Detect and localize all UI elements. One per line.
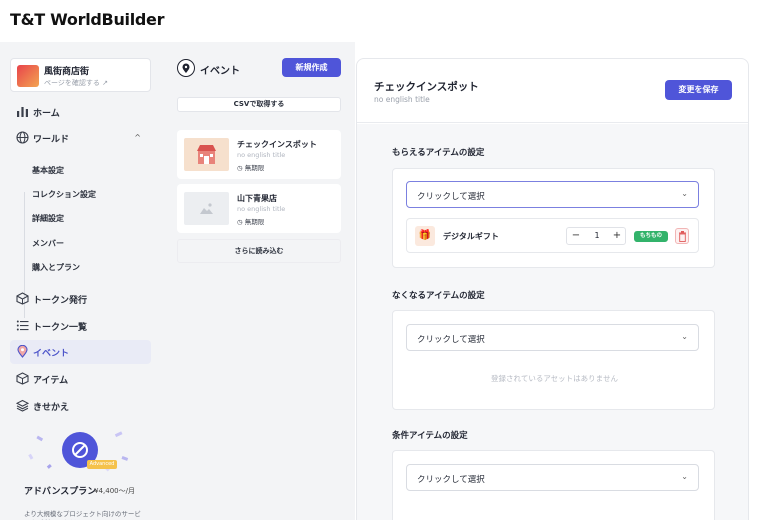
select-placeholder: クリックして選択 xyxy=(417,192,485,202)
condition-items-section: クリックして選択 ⌄ xyxy=(392,450,715,520)
box-icon xyxy=(16,372,29,385)
advanced-plan-promo[interactable]: Advanced アドバンスプラン ¥4,400〜/月 より大規模なプロジェクト… xyxy=(17,427,145,520)
plan-badge: Advanced xyxy=(87,460,117,469)
top-bar: T&T WorldBuilder xyxy=(0,0,760,42)
chevron-down-icon: ⌄ xyxy=(681,332,688,341)
plan-price: ¥4,400〜/月 xyxy=(94,487,135,495)
decrement-button[interactable]: − xyxy=(567,228,585,244)
section-title: 条件アイテムの設定 xyxy=(392,431,468,441)
bar-chart-icon xyxy=(17,107,28,117)
event-list-panel: イベント 新規作成 CSVで取得する チェックインスポット no english… xyxy=(163,42,355,520)
sidebar-subitem-purchase-plan[interactable]: 購入とプラン xyxy=(32,262,80,273)
sidebar-item-world[interactable]: ワールド ^ xyxy=(10,126,151,150)
sidebar-item-label: ワールド xyxy=(33,135,70,145)
empty-state-message: 登録されているアセットはありません xyxy=(491,374,618,383)
event-thumbnail xyxy=(184,138,229,171)
item-type-tag: もちもの xyxy=(634,231,668,242)
lost-items-section: クリックして選択 ⌄ 登録されているアセットはありません xyxy=(392,310,715,410)
condition-item-select[interactable]: クリックして選択 ⌄ xyxy=(406,464,699,491)
lost-item-select[interactable]: クリックして選択 ⌄ xyxy=(406,324,699,351)
globe-icon xyxy=(16,131,29,144)
rocket-icon xyxy=(72,442,88,458)
section-title: なくなるアイテムの設定 xyxy=(392,291,485,301)
quantity-stepper: − 1 + xyxy=(566,227,626,245)
gained-item-select[interactable]: クリックして選択 ⌄ xyxy=(406,181,699,208)
gained-items-section: クリックして選択 ⌄ 🎁 デジタルギフト − 1 + もちもの xyxy=(392,168,715,268)
section-title: もらえるアイテムの設定 xyxy=(392,148,485,158)
event-subtitle: no english title xyxy=(237,205,286,213)
sidebar-item-label: アイテム xyxy=(33,376,69,386)
detail-header: チェックインスポット no english title 変更を保存 xyxy=(357,59,748,123)
select-placeholder: クリックして選択 xyxy=(417,335,485,345)
item-row: 🎁 デジタルギフト − 1 + もちもの xyxy=(406,218,699,253)
new-event-button[interactable]: 新規作成 xyxy=(282,58,341,77)
sidebar-item-item[interactable]: アイテム xyxy=(10,367,151,391)
event-list-title: イベント xyxy=(200,66,240,77)
load-more-button[interactable]: さらに読み込む xyxy=(177,239,341,263)
increment-button[interactable]: + xyxy=(608,228,626,244)
event-card[interactable]: 山下青果店 no english title ◷ 無期限 xyxy=(177,184,341,233)
plan-description: より大規模なプロジェクト向けのサービスをご利用いただけます。 xyxy=(24,510,141,520)
layers-icon xyxy=(16,399,29,412)
chevron-down-icon: ⌄ xyxy=(681,472,688,481)
event-detail-panel: チェックインスポット no english title 変更を保存 もらえるアイ… xyxy=(356,58,749,520)
select-placeholder: クリックして選択 xyxy=(417,475,485,485)
save-changes-button[interactable]: 変更を保存 xyxy=(665,80,732,100)
item-name: デジタルギフト xyxy=(443,232,499,241)
sidebar-subitem-basic-settings[interactable]: 基本設定 xyxy=(32,165,64,176)
gift-icon: 🎁 xyxy=(415,226,435,246)
sidebar-subitem-detail-settings[interactable]: 詳細設定 xyxy=(32,213,64,224)
sidebar-item-event[interactable]: イベント xyxy=(10,340,151,364)
detail-body: もらえるアイテムの設定 クリックして選択 ⌄ 🎁 デジタルギフト − 1 + も… xyxy=(357,124,748,520)
sidebar-item-token-issue[interactable]: トークン発行 xyxy=(10,287,151,311)
view-page-link[interactable]: ページを確認する ↗ xyxy=(44,78,108,88)
event-period: ◷ 無期限 xyxy=(237,218,265,226)
trash-icon xyxy=(679,231,686,242)
list-icon xyxy=(16,320,29,331)
plan-title: アドバンスプラン xyxy=(24,487,97,497)
event-subtitle: no english title xyxy=(237,151,286,159)
sidebar: 風街商店街 ページを確認する ↗ ホーム ワールド ^ 基本設定 コレクション設… xyxy=(0,42,163,520)
csv-export-button[interactable]: CSVで取得する xyxy=(177,97,341,112)
delete-button[interactable] xyxy=(675,228,689,244)
event-thumbnail xyxy=(184,192,229,225)
detail-title: チェックインスポット xyxy=(374,81,479,93)
sidebar-item-label: きせかえ xyxy=(33,403,70,413)
quantity-value[interactable]: 1 xyxy=(587,231,607,240)
sidebar-item-label: トークン一覧 xyxy=(33,323,88,333)
sidebar-subitem-collection-settings[interactable]: コレクション設定 xyxy=(32,189,96,200)
detail-subtitle: no english title xyxy=(374,95,430,104)
chevron-up-icon[interactable]: ^ xyxy=(134,133,141,142)
sidebar-item-label: イベント xyxy=(33,349,70,359)
sidebar-item-label: ホーム xyxy=(33,109,60,119)
sidebar-item-token-list[interactable]: トークン一覧 xyxy=(10,314,151,338)
clock-icon: ◷ xyxy=(237,218,245,226)
event-title: チェックインスポット xyxy=(237,140,317,149)
sidebar-subitem-members[interactable]: メンバー xyxy=(32,238,64,249)
pin-icon xyxy=(17,345,28,358)
app-logo[interactable]: T&T WorldBuilder xyxy=(10,10,165,29)
shop-thumbnail xyxy=(17,65,39,87)
sidebar-item-label: トークン発行 xyxy=(33,296,88,306)
cube-icon xyxy=(16,292,29,305)
event-title: 山下青果店 xyxy=(237,194,277,203)
shop-icon xyxy=(197,145,216,164)
event-card[interactable]: チェックインスポット no english title ◷ 無期限 xyxy=(177,130,341,179)
clock-icon: ◷ xyxy=(237,164,245,172)
location-pin-icon xyxy=(177,59,195,77)
image-placeholder-icon xyxy=(200,203,213,214)
chevron-down-icon: ⌄ xyxy=(681,189,688,198)
shop-name: 風街商店街 xyxy=(44,67,90,77)
shop-card[interactable]: 風街商店街 ページを確認する ↗ xyxy=(10,58,151,92)
sidebar-item-home[interactable]: ホーム xyxy=(10,100,151,124)
sidebar-item-dressup[interactable]: きせかえ xyxy=(10,394,151,418)
event-period: ◷ 無期限 xyxy=(237,164,265,172)
